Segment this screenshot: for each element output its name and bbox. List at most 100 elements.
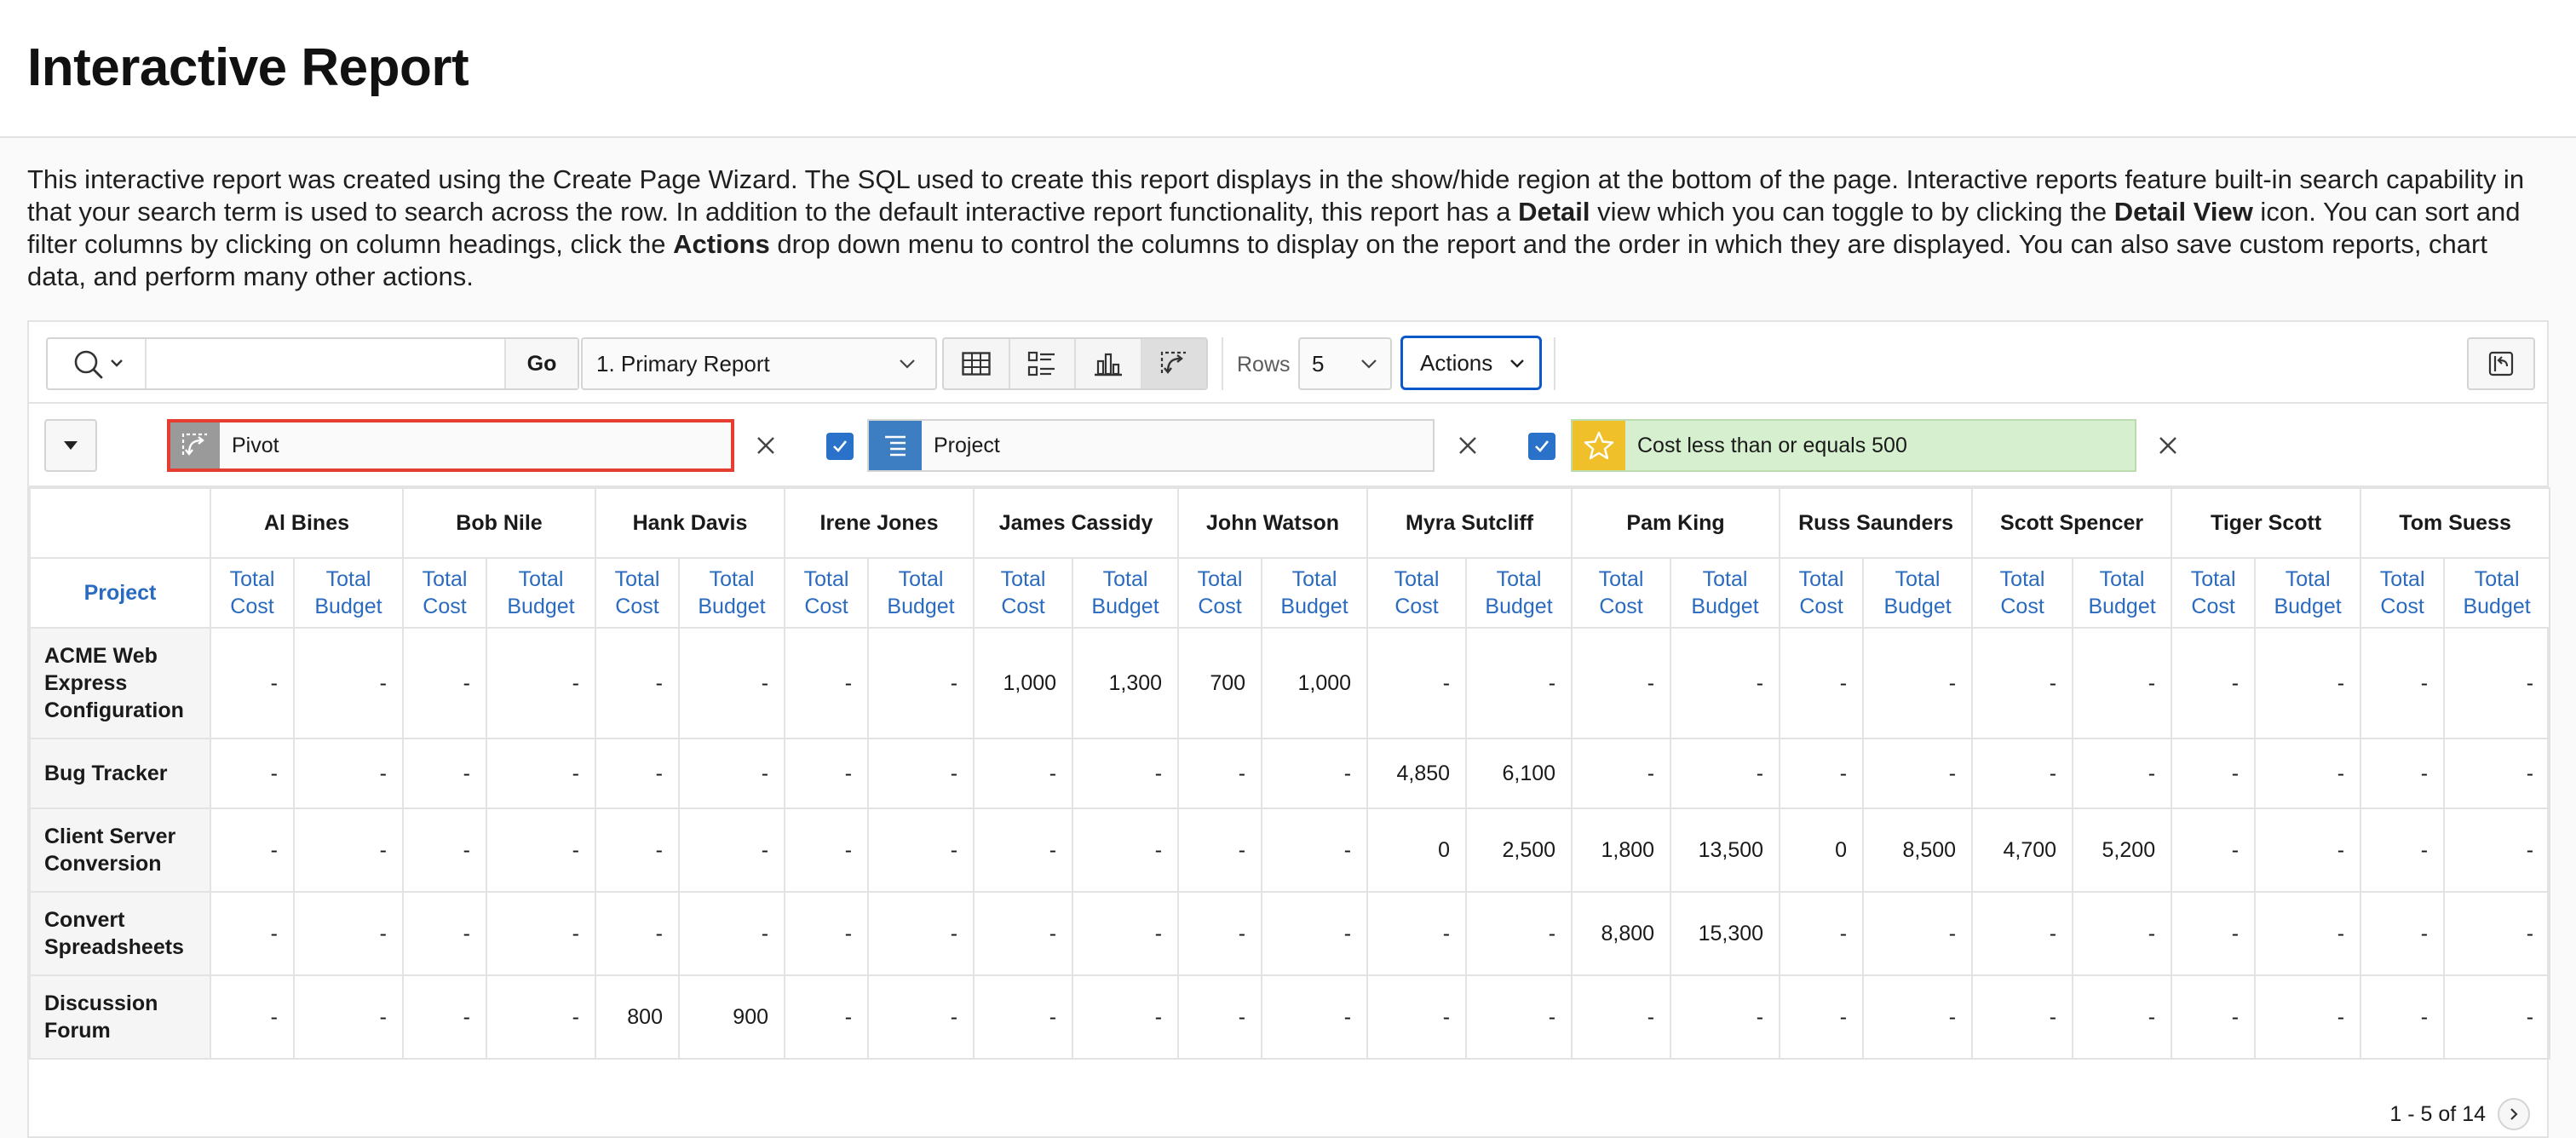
table-cell: - (486, 627, 596, 739)
project-control-break-label: Project (934, 434, 1000, 457)
remove-project-close-icon[interactable] (1455, 433, 1481, 458)
header-label-line: Cost (1394, 595, 1439, 618)
total-cost-column-header[interactable]: Total Cost (1779, 557, 1865, 629)
total-cost-column-header[interactable]: Total Cost (595, 557, 680, 629)
table-row: Discussion Forum - - - -800 900- - - - - - - - - - - - - -… (29, 974, 2551, 1060)
table-cell: 4,850 (1366, 738, 1468, 809)
table-cell: - (1177, 891, 1263, 976)
highlight-setting[interactable]: Cost less than or equals 500 (1571, 419, 2136, 472)
report-description: This interactive report was created usin… (27, 164, 2549, 293)
interactive-report-region: Go 1. Primary Report Rows 5 Actions Pivo… (27, 320, 2551, 1138)
total-budget-column-header[interactable]: Total Budget (2072, 557, 2173, 629)
table-cell: - (595, 891, 680, 976)
table-cell: - (1971, 974, 2074, 1060)
total-budget-column-header[interactable]: Total Budget (1072, 557, 1180, 629)
collapse-settings-button[interactable] (44, 419, 97, 472)
header-label-line: Total (229, 567, 275, 591)
remove-highlight-close-icon[interactable] (2155, 433, 2181, 458)
table-row: ACME Web Express Configuration - - - - - - - -1,… (29, 627, 2551, 739)
project-column-header[interactable]: Project (29, 557, 211, 629)
total-cost-column-header[interactable]: Total Cost (784, 557, 870, 629)
table-cell: - (1177, 974, 1263, 1060)
total-cost-column-header[interactable]: Total Cost (1177, 557, 1263, 629)
search-input[interactable] (147, 339, 504, 388)
table-cell: - (595, 808, 680, 893)
total-budget-column-header[interactable]: Total Budget (1670, 557, 1781, 629)
table-cell: 0 (1366, 808, 1468, 893)
rows-select[interactable]: 5 (1298, 337, 1392, 390)
table-view-button[interactable] (944, 339, 1010, 388)
report-toolbar: Go 1. Primary Report Rows 5 Actions (29, 322, 2547, 404)
page-header: Interactive Report (0, 0, 2576, 138)
remove-pivot-close-icon[interactable] (753, 433, 779, 458)
total-cost-column-header[interactable]: Total Cost (2171, 557, 2257, 629)
table-cell: - (1571, 627, 1672, 739)
search-column-menu[interactable] (48, 339, 147, 388)
table-cell: - (2360, 808, 2446, 893)
table-cell: - (486, 808, 596, 893)
chart-view-button[interactable] (1076, 339, 1142, 388)
header-label-line: Budget (507, 595, 575, 618)
table-cell: - (1366, 891, 1468, 976)
total-budget-column-header[interactable]: Total Budget (1261, 557, 1369, 629)
header-label-line: Budget (2274, 595, 2342, 618)
total-cost-column-header[interactable]: Total Cost (1366, 557, 1468, 629)
total-budget-column-header[interactable]: Total Budget (1862, 557, 1974, 629)
total-budget-column-header[interactable]: Total Budget (293, 557, 404, 629)
table-cell: - (2171, 808, 2257, 893)
header-label-line: Cost (615, 595, 659, 618)
control-break-icon (885, 435, 906, 457)
table-cell: - (1670, 738, 1781, 809)
total-budget-column-header[interactable]: Total Budget (677, 557, 786, 629)
table-cell: - (1072, 891, 1180, 976)
table-cell: - (1072, 974, 1180, 1060)
table-cell: 1,000 (973, 627, 1074, 739)
total-budget-column-header[interactable]: Total Budget (2443, 557, 2551, 629)
table-cell: - (2254, 974, 2362, 1060)
total-budget-column-header[interactable]: Total Budget (1465, 557, 1573, 629)
table-cell: - (2254, 738, 2362, 809)
table-cell: 900 (677, 974, 786, 1060)
go-button[interactable]: Go (504, 339, 578, 388)
table-cell: - (867, 808, 975, 893)
table-cell: 8,800 (1571, 891, 1672, 976)
table-cell: - (2360, 738, 2446, 809)
total-cost-column-header[interactable]: Total Cost (2360, 557, 2446, 629)
view-switcher (942, 337, 1208, 390)
next-page-button[interactable] (2498, 1098, 2530, 1130)
actions-menu-button[interactable]: Actions (1400, 336, 1542, 390)
pivot-setting[interactable]: Pivot (167, 419, 734, 472)
table-cell: - (1779, 738, 1865, 809)
detail-view-button[interactable] (1010, 339, 1076, 388)
toolbar-divider (1554, 337, 1555, 390)
header-label-line: Total (518, 567, 564, 591)
project-control-break[interactable]: Project (867, 419, 1435, 472)
table-cell: - (1072, 738, 1180, 809)
table-cell: - (2171, 738, 2257, 809)
header-label-line: Cost (423, 595, 467, 618)
table-cell: - (1971, 891, 2074, 976)
table-cell: - (1261, 808, 1369, 893)
total-cost-column-header[interactable]: Total Cost (1571, 557, 1672, 629)
total-budget-column-header[interactable]: Total Budget (486, 557, 596, 629)
header-label-line: Total (1895, 567, 1941, 591)
total-cost-column-header[interactable]: Total Cost (402, 557, 487, 629)
highlight-checkbox[interactable] (1528, 433, 1555, 460)
toolbar-divider (1222, 337, 1223, 390)
pivot-group-header-row: Al Bines Bob Nile Hank Davis Irene Jones Jam… (29, 487, 2551, 559)
table-cell: 15,300 (1670, 891, 1781, 976)
total-budget-column-header[interactable]: Total Budget (2254, 557, 2362, 629)
total-cost-column-header[interactable]: Total Cost (1971, 557, 2074, 629)
total-cost-column-header[interactable]: Total Cost (973, 557, 1074, 629)
pivot-view-button[interactable] (1141, 339, 1206, 388)
pivot-chip-icon-box (170, 422, 220, 468)
report-select[interactable]: 1. Primary Report (581, 337, 937, 390)
project-filter-checkbox[interactable] (826, 433, 854, 460)
total-cost-column-header[interactable]: Total Cost (210, 557, 295, 629)
table-cell: - (784, 974, 870, 1060)
chevron-right-icon (2510, 1108, 2518, 1120)
table-cell: 800 (595, 974, 680, 1060)
pivot-group-header: Tom Suess (2360, 487, 2551, 559)
total-budget-column-header[interactable]: Total Budget (867, 557, 975, 629)
reset-report-button[interactable] (2467, 337, 2535, 390)
